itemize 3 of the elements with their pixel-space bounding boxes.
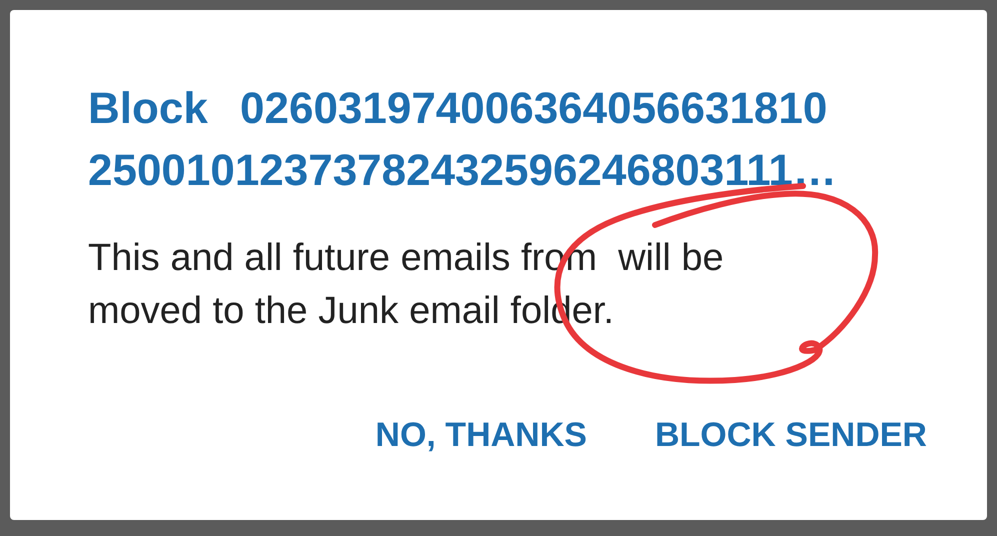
dialog-title: Block 02603197400636405663181025001012373782432596246803111… [88,83,838,197]
dialog-button[interactable]: BLOCK SENDER [654,406,927,465]
dialog-button[interactable]: NO, THANKS [375,406,587,465]
